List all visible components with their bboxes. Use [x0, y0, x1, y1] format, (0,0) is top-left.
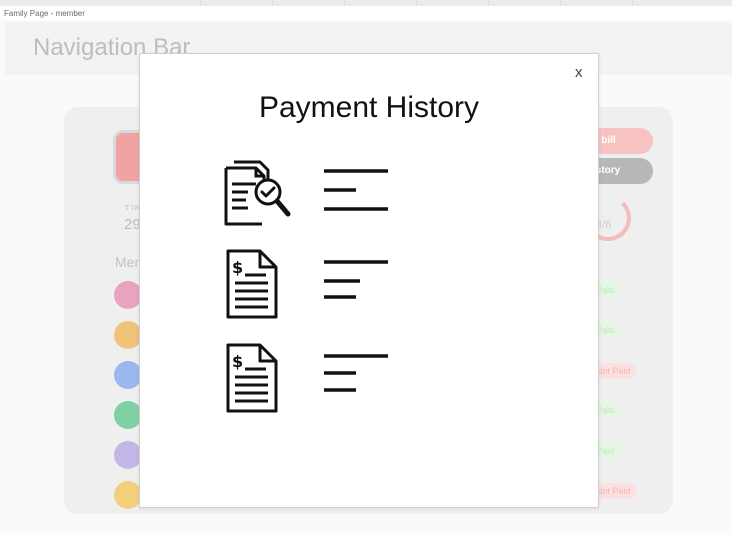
frame-label: Family Page - member — [4, 9, 85, 18]
text-lines-icon — [324, 354, 388, 392]
receipt-dollar-icon: $ — [226, 343, 278, 413]
avatar[interactable] — [114, 321, 142, 349]
avatar[interactable] — [114, 441, 142, 469]
top-toolbar-strip — [0, 0, 732, 6]
text-lines-icon — [324, 169, 388, 211]
avatar[interactable] — [114, 361, 142, 389]
text-lines-icon — [324, 260, 388, 299]
payment-history-modal: x Payment History $ $ — [139, 53, 599, 508]
document-search-icon — [224, 160, 291, 226]
close-button[interactable]: x — [575, 64, 583, 81]
history-entry[interactable]: $ — [222, 249, 542, 327]
toolbar-divider — [200, 0, 201, 6]
toolbar-divider — [272, 0, 273, 6]
price-label: ราค — [124, 202, 140, 212]
history-entry[interactable] — [222, 158, 542, 236]
toolbar-divider — [344, 0, 345, 6]
toolbar-divider — [632, 0, 633, 6]
toolbar-divider — [488, 0, 489, 6]
avatar[interactable] — [114, 401, 142, 429]
toolbar-divider — [416, 0, 417, 6]
toolbar-divider — [560, 0, 561, 6]
avatar[interactable] — [114, 481, 142, 509]
svg-text:$: $ — [232, 352, 243, 371]
svg-text:$: $ — [232, 258, 243, 277]
receipt-dollar-icon: $ — [226, 249, 278, 319]
history-entry[interactable]: $ — [222, 343, 542, 421]
avatar[interactable] — [114, 281, 142, 309]
modal-title: Payment History — [258, 91, 480, 124]
